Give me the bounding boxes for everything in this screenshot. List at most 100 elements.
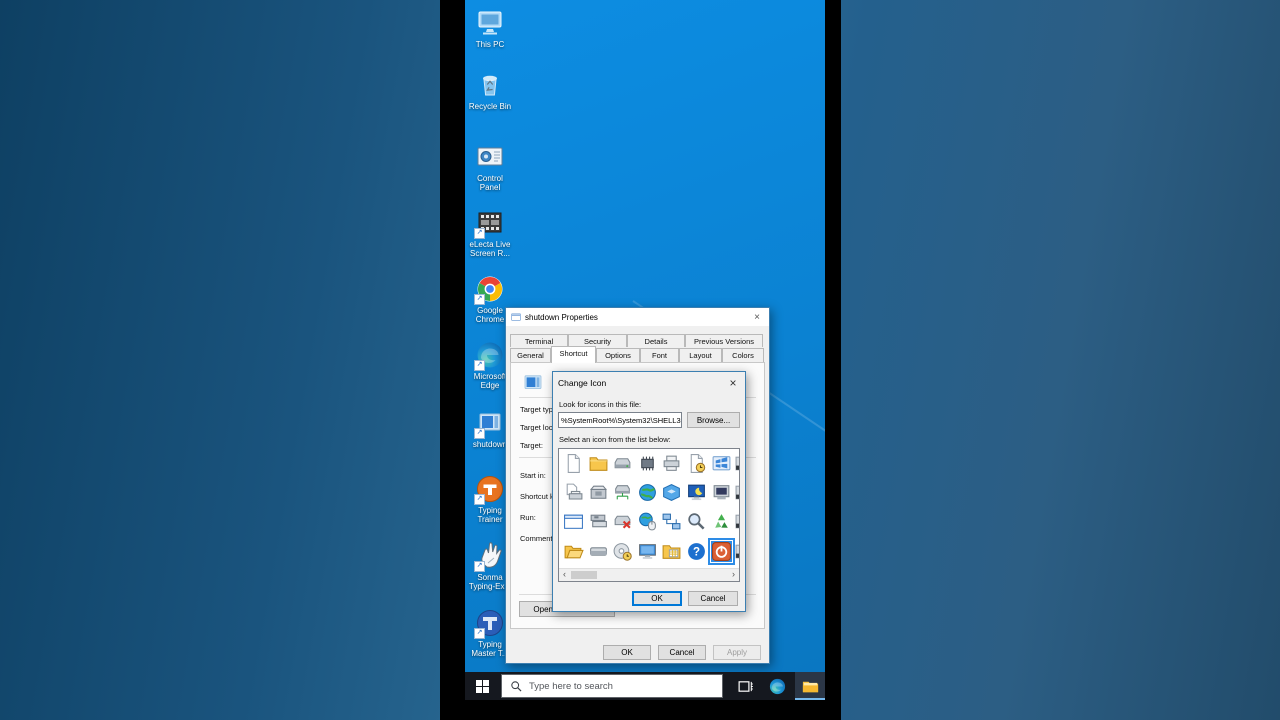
grid-icon-partial[interactable] [735,453,739,474]
grid-icon-doc_clock[interactable] [686,453,707,474]
desktop-icon-recycle_bin[interactable]: Recycle Bin [467,70,513,111]
start-button[interactable] [465,672,499,700]
grid-icon-share_blue[interactable] [661,482,682,503]
tab-row-1: Terminal Security Details Previous Versions [510,334,765,347]
scroll-left-arrow-icon[interactable]: ‹ [559,569,570,581]
desktop-icon-label: This PC [475,40,505,49]
grid-icon-monitor_flat[interactable] [637,541,658,562]
properties-ok-button[interactable]: OK [603,645,651,660]
tab-details[interactable]: Details [627,334,685,347]
tab-options[interactable]: Options [596,348,640,362]
grid-icon-globe_mouse[interactable] [637,511,658,532]
shortcut-arrow-icon: ↗ [474,294,485,305]
grid-icon-partial[interactable] [735,541,739,562]
tab-colors[interactable]: Colors [722,348,764,362]
change-icon-ok-button[interactable]: OK [632,591,682,606]
change-icon-cancel-button[interactable]: Cancel [688,591,738,606]
desktop-icon-this_pc[interactable]: This PC [467,8,513,49]
grid-icon-help[interactable]: ? [686,541,707,562]
grid-icon-doc_print[interactable] [563,482,584,503]
grid-icon-crt[interactable] [711,482,732,503]
field-label-target: Target: [520,441,543,450]
properties-apply-button: Apply [713,645,761,660]
grid-icon-drive_flat[interactable] [588,541,609,562]
shortcut-arrow-icon: ↗ [474,494,485,505]
taskbar-search-input[interactable]: Type here to search [501,674,723,698]
properties-window-icon [511,312,521,322]
field-label-comment: Comment: [520,534,555,543]
grid-icon-net_drive[interactable] [612,482,633,503]
film-icon: ↗ [474,208,505,239]
edge-icon [769,678,785,694]
grid-icon-globe[interactable] [637,482,658,503]
scrollbar-thumb[interactable] [571,571,597,579]
file-explorer-icon [802,681,818,692]
shortcut-arrow-icon: ↗ [474,428,485,439]
grid-icon-window[interactable] [563,511,584,532]
task-view-icon [738,680,753,692]
properties-titlebar[interactable]: shutdown Properties × [506,308,769,326]
tab-font[interactable]: Font [640,348,679,362]
grid-icon-power-selected[interactable] [707,537,735,565]
windows-logo-icon [475,679,489,693]
desktop-icon-label: Control Panel [477,174,503,192]
grid-icon-search[interactable] [686,511,707,532]
properties-close-icon[interactable]: × [750,312,764,323]
shortcut-arrow-icon: ↗ [474,561,485,572]
search-icon [511,680,522,691]
chrome-icon: ↗ [474,274,505,305]
icon-grid-listbox[interactable]: ‹ › ? [558,448,740,582]
scroll-right-arrow-icon[interactable]: › [728,569,739,581]
field-label-start-in: Start in: [520,471,546,480]
edge-icon: ↗ [474,340,505,371]
grid-icon-monitor_moon[interactable] [686,482,707,503]
desktop-icon-label: Recycle Bin [468,102,512,111]
change-icon-close-icon[interactable]: × [726,376,740,390]
grid-icon-network[interactable] [661,511,682,532]
desktop-icon-control_panel[interactable]: Control Panel [467,142,513,192]
file-explorer-taskbar-button[interactable] [795,672,825,700]
grid-icon-folder[interactable] [588,453,609,474]
typing_trainer-icon: ↗ [474,474,505,505]
grid-icon-floppy_stack[interactable] [588,511,609,532]
grid-icon-install_box[interactable] [588,482,609,503]
grid-icon-partial[interactable] [735,482,739,503]
tab-shortcut[interactable]: Shortcut [551,346,596,363]
tab-layout[interactable]: Layout [679,348,722,362]
grid-icon-disc_clock[interactable] [612,541,633,562]
grid-icon-win_flag[interactable] [711,453,732,474]
change-icon-titlebar[interactable]: Change Icon × [553,372,745,393]
grid-icon-chip[interactable] [637,453,658,474]
shortcut-file-icon [521,371,545,395]
shortcut-arrow-icon: ↗ [474,628,485,639]
tab-row-2: General Shortcut Options Font Layout Colors [510,346,765,363]
horizontal-scrollbar[interactable]: ‹ › [559,568,739,581]
recycle_bin-icon [475,70,505,100]
edge-taskbar-button[interactable] [763,672,791,700]
control_panel-icon [475,142,505,172]
desktop-icon-film[interactable]: ↗ eLecta Live Screen R... [467,208,513,258]
field-label-run: Run: [520,513,536,522]
grid-icon-recycle[interactable] [711,511,732,532]
typing_master-icon: ↗ [474,608,505,639]
change-icon-dialog: Change Icon × Look for icons in this fil… [552,371,746,612]
grid-icon-folder_open[interactable] [563,541,584,562]
properties-title: shutdown Properties [525,312,598,322]
browse-button[interactable]: Browse... [687,412,740,428]
sonma-icon: ↗ [474,541,505,572]
look-for-label: Look for icons in this file: [559,400,642,409]
search-placeholder-text: Type here to search [529,680,613,692]
grid-icon-partial[interactable] [735,511,739,532]
grid-icon-folder_grid[interactable] [661,541,682,562]
task-view-button[interactable] [731,672,759,700]
tab-general[interactable]: General [510,348,551,362]
grid-icon-drive_x[interactable] [612,511,633,532]
tab-previous-versions[interactable]: Previous Versions [685,334,763,347]
grid-icon-drive[interactable] [612,453,633,474]
properties-cancel-button[interactable]: Cancel [658,645,706,660]
grid-icon-doc[interactable] [563,453,584,474]
grid-icon-printer[interactable] [661,453,682,474]
icon-path-input[interactable]: %SystemRoot%\System32\SHELL32 [558,412,682,428]
shortcut-arrow-icon: ↗ [474,360,485,371]
shutdown-icon: ↗ [474,408,505,439]
